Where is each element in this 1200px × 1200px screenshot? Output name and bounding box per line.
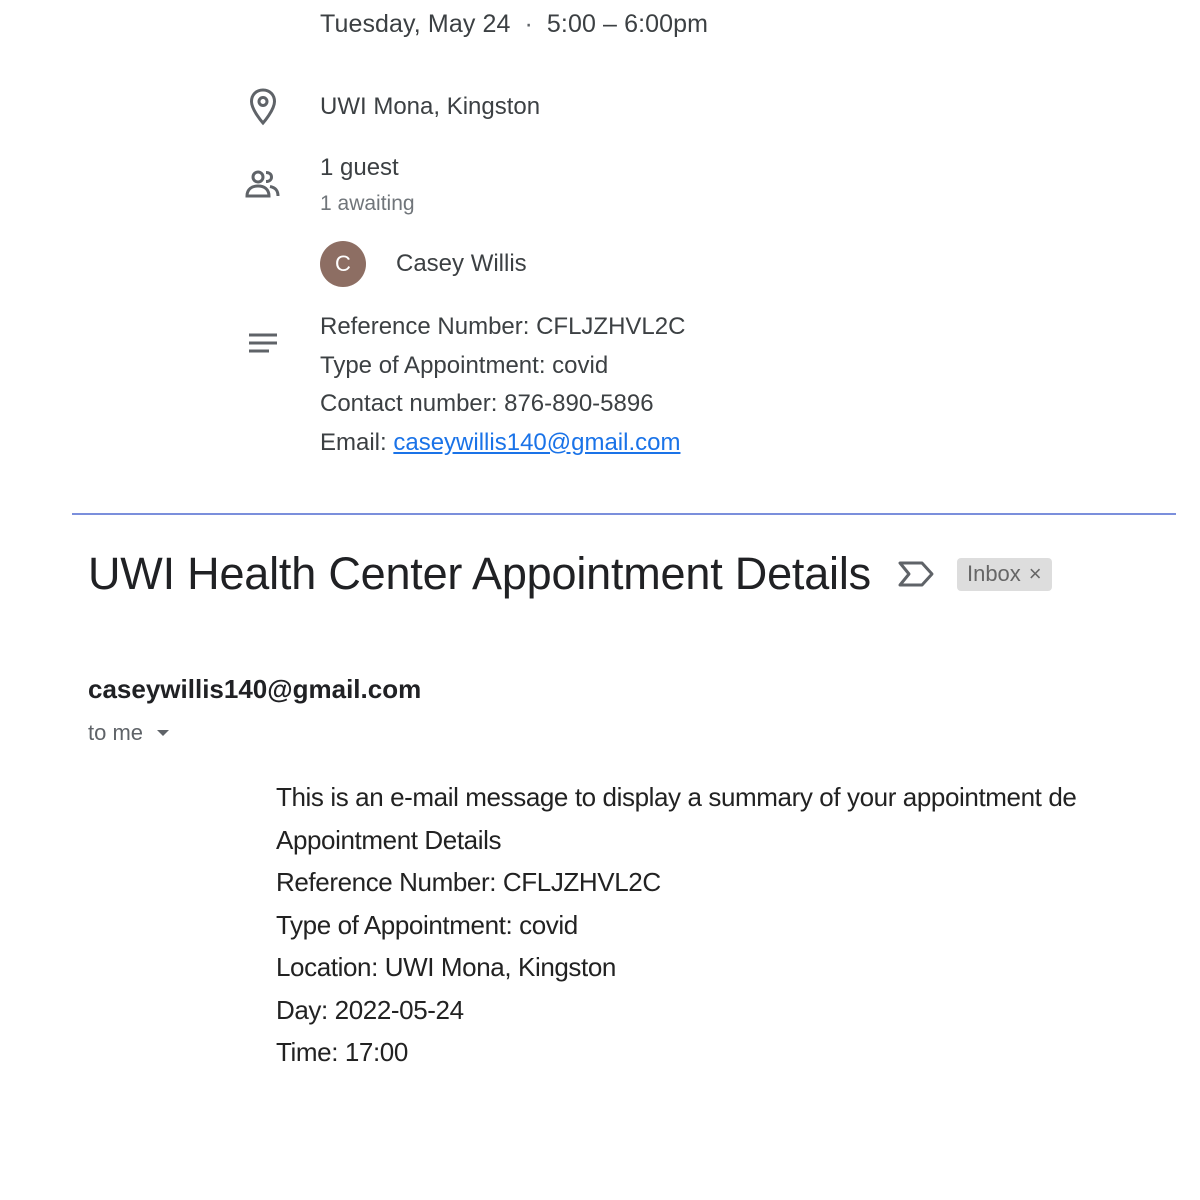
body-line: Reference Number: CFLJZHVL2C — [276, 867, 661, 897]
email-subject-row: UWI Health Center Appointment Details In… — [88, 548, 1052, 600]
email-sender: caseywillis140@gmail.com — [88, 674, 422, 704]
body-line: This is an e-mail message to display a s… — [276, 782, 1077, 812]
body-line: Location: UWI Mona, Kingston — [276, 952, 616, 982]
email-label: Email: — [320, 428, 394, 456]
importance-marker-icon[interactable] — [897, 559, 937, 589]
body-line: Type of Appointment: covid — [276, 909, 578, 940]
description-lines-icon — [243, 324, 283, 364]
description-type: Type of Appointment: covid — [320, 351, 609, 379]
guest-name: Casey Willis — [396, 250, 527, 277]
body-line: Time: 17:00 — [276, 1037, 408, 1067]
guests-status: 1 awaiting — [320, 192, 415, 215]
date-separator: · — [524, 10, 533, 38]
divider — [72, 513, 1176, 515]
guest-item[interactable]: C Casey Willis — [320, 241, 527, 287]
email-calendar-view: Tuesday, May 24 · 5:00 – 6:00pm UWI Mona, … — [0, 0, 1200, 1200]
recipient-label: to me — [88, 720, 144, 745]
guests-count: 1 guest — [320, 154, 399, 181]
people-icon — [243, 164, 283, 204]
event-date: Tuesday, May 24 — [320, 10, 511, 38]
description-email: Email: caseywillis140@gmail.com — [320, 424, 685, 463]
event-date-time: Tuesday, May 24 · 5:00 – 6:00pm — [320, 10, 708, 39]
inbox-label: Inbox — [966, 560, 1021, 586]
body-line: Appointment Details — [276, 824, 502, 855]
remove-label-icon[interactable]: × — [1029, 561, 1042, 587]
chevron-down-icon — [157, 730, 170, 736]
description-contact: Contact number: 876-890-5896 — [320, 390, 654, 417]
email-body: This is an e-mail message to display a s… — [276, 776, 1176, 1074]
inbox-label-chip[interactable]: Inbox × — [956, 557, 1052, 591]
email-subject: UWI Health Center Appointment Details — [88, 548, 871, 599]
event-time: 5:00 – 6:00pm — [546, 10, 709, 38]
event-location: UWI Mona, Kingston — [320, 93, 541, 120]
location-pin-icon — [243, 87, 283, 127]
email-link[interactable]: caseywillis140@gmail.com — [393, 429, 680, 456]
description-reference: Reference Number: CFLJZHVL2C — [320, 313, 686, 340]
recipient-details-toggle[interactable]: to me — [88, 720, 170, 746]
event-description: Reference Number: CFLJZHVL2C Type of App… — [320, 308, 685, 462]
body-line: Day: 2022-05-24 — [276, 994, 464, 1025]
avatar: C — [320, 241, 366, 287]
